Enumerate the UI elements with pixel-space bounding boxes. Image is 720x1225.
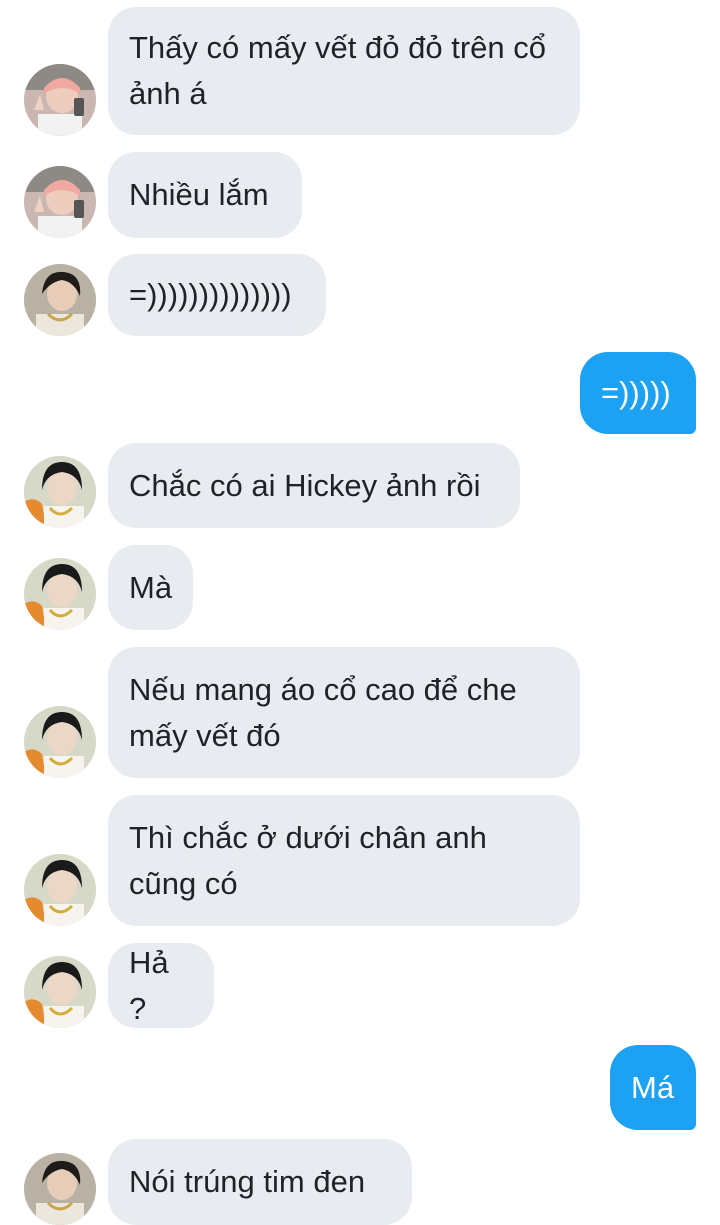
user-a-avatar[interactable]	[24, 166, 96, 238]
incoming-message-bubble[interactable]: Nếu mang áo cổ cao để che mấy vết đó	[108, 647, 580, 778]
incoming-message-bubble[interactable]: =))))))))))))))	[108, 254, 326, 336]
message-row: Nói trúng tim đen	[0, 1139, 720, 1225]
incoming-message-bubble[interactable]: Hả ?	[108, 943, 214, 1028]
message-text: Nhiều lắm	[129, 177, 269, 212]
message-text: =))))))))))))))	[129, 277, 292, 312]
outgoing-message-bubble[interactable]: Má	[610, 1045, 696, 1130]
avatar-photo-icon	[24, 706, 96, 778]
user-c-avatar[interactable]	[24, 956, 96, 1028]
message-row: =)))))	[0, 352, 720, 434]
message-row: Thì chắc ở dưới chân anh cũng có	[0, 795, 720, 926]
incoming-message-bubble[interactable]: Chắc có ai Hickey ảnh rồi	[108, 443, 520, 528]
incoming-message-bubble[interactable]: Nói trúng tim đen	[108, 1139, 412, 1225]
message-row: Chắc có ai Hickey ảnh rồi	[0, 443, 720, 528]
incoming-message-bubble[interactable]: Thì chắc ở dưới chân anh cũng có	[108, 795, 580, 926]
message-row: Nếu mang áo cổ cao để che mấy vết đó	[0, 647, 720, 778]
user-a-avatar[interactable]	[24, 64, 96, 136]
message-row: Má	[0, 1045, 720, 1130]
message-text: Thì chắc ở dưới chân anh cũng có	[129, 819, 487, 901]
message-row: Hả ?	[0, 943, 720, 1028]
user-c-avatar[interactable]	[24, 456, 96, 528]
message-text: Hả ?	[129, 944, 169, 1026]
avatar-photo-icon	[24, 1153, 96, 1225]
message-text: Thấy có mấy vết đỏ đỏ trên cổ ảnh á	[129, 30, 546, 111]
avatar-photo-icon	[24, 558, 96, 630]
message-row: =))))))))))))))	[0, 254, 720, 336]
user-c-avatar[interactable]	[24, 854, 96, 926]
avatar-photo-icon	[24, 854, 96, 926]
message-text: Mà	[129, 569, 173, 605]
message-row: Thấy có mấy vết đỏ đỏ trên cổ ảnh á	[0, 7, 720, 136]
incoming-message-bubble[interactable]: Nhiều lắm	[108, 152, 302, 238]
message-text: =)))))	[601, 375, 671, 410]
avatar-photo-icon	[24, 64, 96, 136]
avatar-photo-icon	[24, 264, 96, 336]
message-text: Nếu mang áo cổ cao để che mấy vết đó	[129, 671, 517, 753]
message-row: Nhiều lắm	[0, 152, 720, 238]
avatar-photo-icon	[24, 166, 96, 238]
message-text: Nói trúng tim đen	[129, 1164, 366, 1199]
incoming-message-bubble[interactable]: Mà	[108, 545, 193, 630]
avatar-photo-icon	[24, 956, 96, 1028]
message-text: Má	[631, 1069, 675, 1105]
message-text: Chắc có ai Hickey ảnh rồi	[129, 467, 481, 503]
message-row: Mà	[0, 545, 720, 630]
user-c-avatar[interactable]	[24, 706, 96, 778]
user-b-avatar[interactable]	[24, 1153, 96, 1225]
avatar-photo-icon	[24, 456, 96, 528]
user-c-avatar[interactable]	[24, 558, 96, 630]
outgoing-message-bubble[interactable]: =)))))	[580, 352, 696, 434]
user-b-avatar[interactable]	[24, 264, 96, 336]
incoming-message-bubble[interactable]: Thấy có mấy vết đỏ đỏ trên cổ ảnh á	[108, 7, 580, 135]
